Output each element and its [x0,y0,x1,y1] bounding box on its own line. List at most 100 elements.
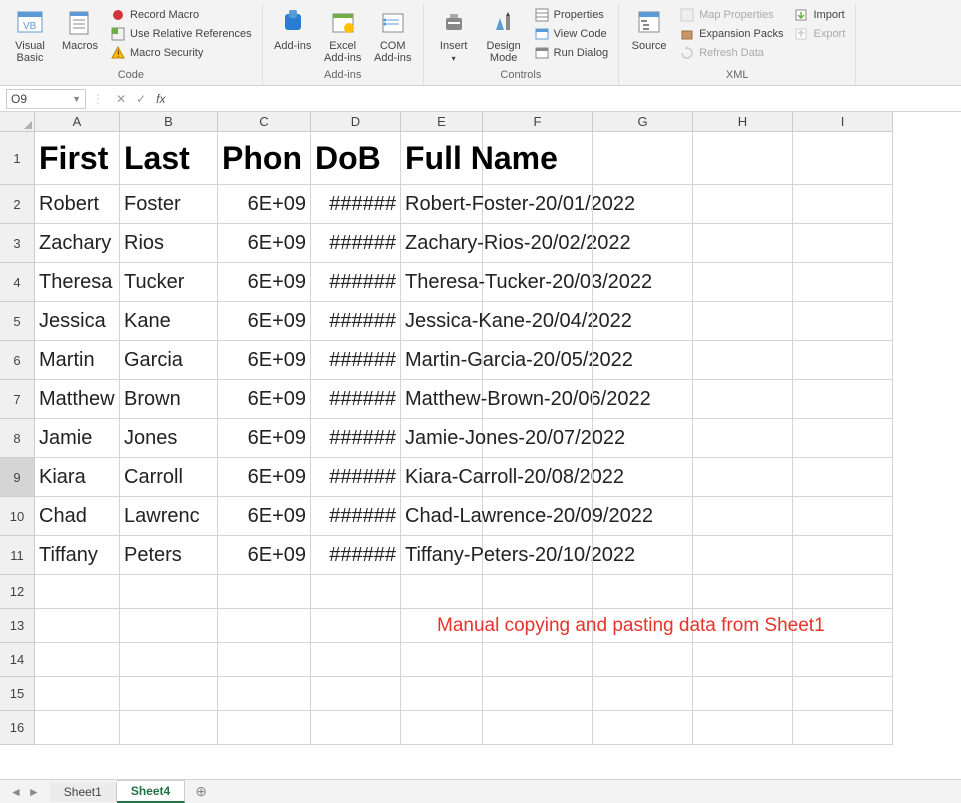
row-header-9[interactable]: 9 [0,458,35,497]
cell-H12[interactable] [693,575,793,609]
cell-D3[interactable]: ###### [311,224,401,263]
cell-A6[interactable]: Martin [35,341,120,380]
cell-G4[interactable] [593,263,693,302]
enter-icon[interactable]: ✓ [136,92,146,106]
cell-G3[interactable] [593,224,693,263]
cell-G16[interactable] [593,711,693,745]
cell-G9[interactable] [593,458,693,497]
cell-C16[interactable] [218,711,311,745]
cell-I4[interactable] [793,263,893,302]
cell-F4[interactable] [483,263,593,302]
cell-G7[interactable] [593,380,693,419]
row-header-14[interactable]: 14 [0,643,35,677]
row-header-4[interactable]: 4 [0,263,35,302]
cell-H5[interactable] [693,302,793,341]
cell-C2[interactable]: 6E+09 [218,185,311,224]
row-header-13[interactable]: 13 [0,609,35,643]
visual-basic-button[interactable]: VB Visual Basic [6,4,54,64]
cell-D1[interactable]: DoB [311,132,401,185]
cell-C7[interactable]: 6E+09 [218,380,311,419]
cell-A8[interactable]: Jamie [35,419,120,458]
row-header-15[interactable]: 15 [0,677,35,711]
cell-D12[interactable] [311,575,401,609]
cell-E16[interactable] [401,711,483,745]
new-sheet-button[interactable]: ⊕ [185,783,217,800]
cell-H6[interactable] [693,341,793,380]
cell-C12[interactable] [218,575,311,609]
cell-G11[interactable] [593,536,693,575]
cell-E1[interactable]: Full Name [401,132,483,185]
cell-I12[interactable] [793,575,893,609]
column-header-F[interactable]: F [483,112,593,132]
use-relative-references-button[interactable]: Use Relative References [106,25,256,43]
cell-C15[interactable] [218,677,311,711]
cell-F9[interactable] [483,458,593,497]
cell-I7[interactable] [793,380,893,419]
cell-G12[interactable] [593,575,693,609]
cell-B11[interactable]: Peters [120,536,218,575]
cell-A1[interactable]: First [35,132,120,185]
cell-D8[interactable]: ###### [311,419,401,458]
cell-F16[interactable] [483,711,593,745]
cell-I9[interactable] [793,458,893,497]
macro-security-button[interactable]: !Macro Security [106,44,256,62]
cell-I6[interactable] [793,341,893,380]
com-addins-button[interactable]: COM Add-ins [369,4,417,64]
cell-H11[interactable] [693,536,793,575]
column-header-A[interactable]: A [35,112,120,132]
row-header-16[interactable]: 16 [0,711,35,745]
row-header-11[interactable]: 11 [0,536,35,575]
cell-C9[interactable]: 6E+09 [218,458,311,497]
cell-B6[interactable]: Garcia [120,341,218,380]
cell-H14[interactable] [693,643,793,677]
cell-B2[interactable]: Foster [120,185,218,224]
cell-G6[interactable] [593,341,693,380]
row-header-12[interactable]: 12 [0,575,35,609]
select-all-corner[interactable] [0,112,35,132]
cell-I10[interactable] [793,497,893,536]
cell-C14[interactable] [218,643,311,677]
row-header-7[interactable]: 7 [0,380,35,419]
cell-C6[interactable]: 6E+09 [218,341,311,380]
cell-A14[interactable] [35,643,120,677]
cell-F5[interactable] [483,302,593,341]
cell-F14[interactable] [483,643,593,677]
cell-G1[interactable] [593,132,693,185]
cell-I15[interactable] [793,677,893,711]
column-header-H[interactable]: H [693,112,793,132]
cell-B13[interactable] [120,609,218,643]
cell-G15[interactable] [593,677,693,711]
formula-input[interactable] [171,89,961,109]
cell-I3[interactable] [793,224,893,263]
cell-F3[interactable] [483,224,593,263]
cell-H7[interactable] [693,380,793,419]
cell-E14[interactable] [401,643,483,677]
cell-F15[interactable] [483,677,593,711]
name-box-dropdown-icon[interactable]: ▼ [72,94,81,104]
row-header-2[interactable]: 2 [0,185,35,224]
cell-B16[interactable] [120,711,218,745]
cell-I2[interactable] [793,185,893,224]
cell-C10[interactable]: 6E+09 [218,497,311,536]
cell-H9[interactable] [693,458,793,497]
cell-D14[interactable] [311,643,401,677]
cell-C8[interactable]: 6E+09 [218,419,311,458]
cell-B3[interactable]: Rios [120,224,218,263]
row-header-3[interactable]: 3 [0,224,35,263]
cell-C3[interactable]: 6E+09 [218,224,311,263]
column-header-E[interactable]: E [401,112,483,132]
cell-A3[interactable]: Zachary [35,224,120,263]
insert-button[interactable]: Insert▾ [430,4,478,65]
design-mode-button[interactable]: Design Mode [480,4,528,64]
cell-A16[interactable] [35,711,120,745]
cell-D15[interactable] [311,677,401,711]
cell-E8[interactable]: Jamie-Jones-20/07/2022 [401,419,483,458]
import-button[interactable]: Import [789,6,849,24]
cell-D13[interactable] [311,609,401,643]
cell-G10[interactable] [593,497,693,536]
cell-E10[interactable]: Chad-Lawrence-20/09/2022 [401,497,483,536]
cancel-icon[interactable]: ✕ [116,92,126,106]
cell-H3[interactable] [693,224,793,263]
cell-B1[interactable]: Last [120,132,218,185]
cell-D9[interactable]: ###### [311,458,401,497]
